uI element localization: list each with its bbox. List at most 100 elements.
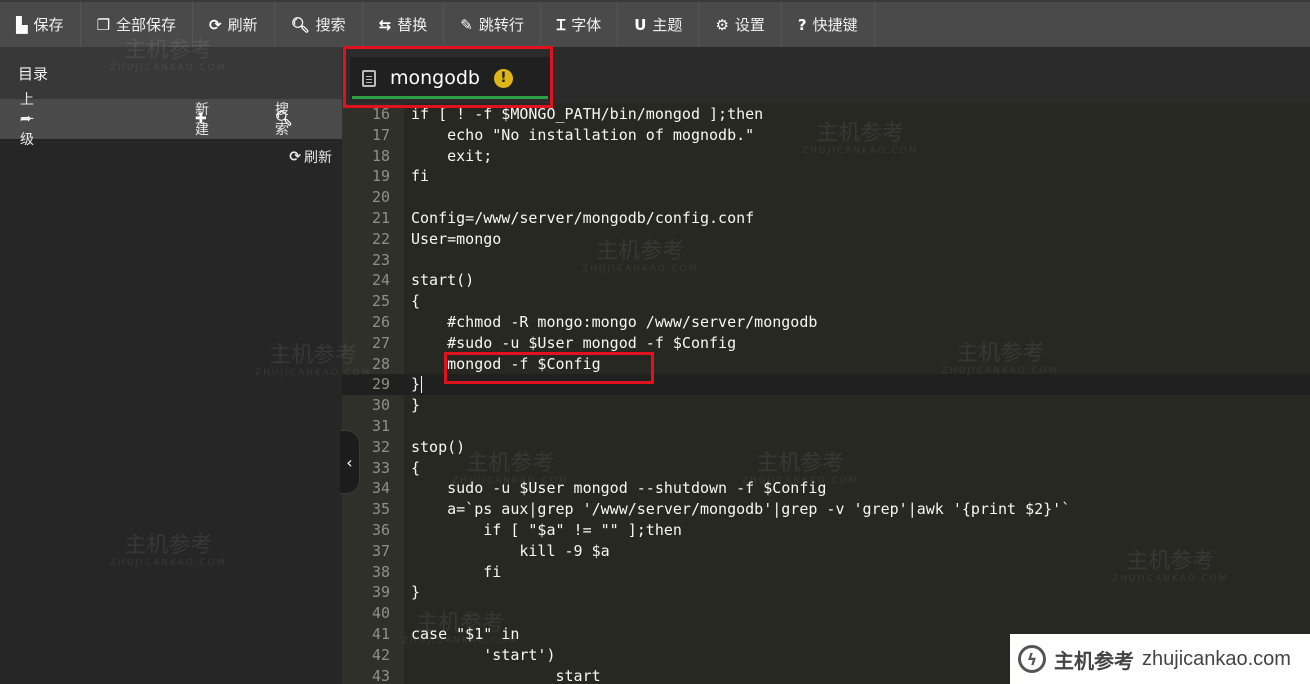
font-button[interactable]: Ɪ 字体 bbox=[541, 2, 619, 47]
code-line[interactable]: 26 #chmod -R mongo:mongo /www/server/mon… bbox=[342, 312, 1310, 333]
code-text: kill -9 $a bbox=[411, 541, 610, 560]
search-button[interactable]: 🔍︎ 搜索 bbox=[275, 2, 363, 47]
code-text: { bbox=[411, 292, 421, 311]
tab-mongodb[interactable]: mongodb ! bbox=[350, 57, 550, 99]
line-number: 41 bbox=[371, 625, 390, 643]
code-line[interactable]: 16 if [ ! -f $MONGO_PATH/bin/mongod ];the… bbox=[342, 104, 1310, 125]
sidebar-title: 目录 bbox=[0, 47, 342, 99]
code-text: if [ ! -f $MONGO_PATH/bin/mongod ];then bbox=[411, 105, 764, 123]
code-text: #chmod -R mongo:mongo /www/server/mongod… bbox=[411, 313, 818, 331]
line-number: 20 bbox=[371, 188, 390, 207]
save-all-icon: ❐ bbox=[96, 15, 111, 34]
code-text: Config=/www/server/mongodb/config.conf bbox=[411, 209, 755, 227]
brand-watermark: ϟ 主机参考 zhujicankao.com bbox=[1010, 634, 1310, 684]
code-line[interactable]: 39} bbox=[342, 582, 1310, 603]
code-text: case "$1" in bbox=[411, 625, 520, 643]
code-line[interactable]: 33{ bbox=[342, 458, 1310, 479]
settings-label: 设置 bbox=[734, 16, 765, 34]
collapse-sidebar-button[interactable]: ‹ bbox=[340, 430, 360, 494]
sidebar-refresh-button[interactable]: ⟳ 刷新 bbox=[289, 147, 332, 167]
code-text: User=mongo bbox=[411, 229, 502, 248]
save-button[interactable]: ▙ 保存 bbox=[0, 2, 81, 47]
code-text: a=`ps aux|grep '/www/server/mongodb'|gre… bbox=[411, 500, 1071, 519]
code-text: } bbox=[411, 583, 421, 602]
code-text: #sudo -u $User mongod -f $Config bbox=[411, 333, 737, 352]
theme-button[interactable]: U 主题 bbox=[618, 2, 700, 47]
help-icon: ? bbox=[797, 15, 807, 34]
code-line[interactable]: 20 bbox=[342, 187, 1310, 208]
line-number: 40 bbox=[371, 604, 390, 623]
line-number: 36 bbox=[371, 521, 390, 539]
save-icon: ▙ bbox=[16, 15, 28, 34]
code-line[interactable]: 17 echo "No installation of mognodb." bbox=[342, 125, 1310, 146]
code-line[interactable]: 25 { bbox=[342, 291, 1310, 312]
line-number: 19 bbox=[371, 167, 390, 186]
line-number: 43 bbox=[371, 666, 390, 684]
tab-active-indicator bbox=[352, 96, 548, 99]
sidebar-tools: ➦ 上一级 ✚ 新建 🔍︎ 搜索 bbox=[0, 92, 342, 148]
code-line[interactable]: 18 exit; bbox=[342, 146, 1310, 167]
line-number: 23 bbox=[371, 250, 390, 269]
settings-button[interactable]: ⚙ 设置 bbox=[699, 2, 782, 47]
line-number: 24 bbox=[371, 271, 390, 290]
line-number: 17 bbox=[371, 125, 390, 144]
code-text: sudo -u $User mongod --shutdown -f $Conf… bbox=[411, 479, 827, 498]
line-number: 18 bbox=[371, 146, 390, 165]
refresh-button[interactable]: ⟳ 刷新 bbox=[193, 2, 275, 47]
code-line[interactable]: 40 bbox=[342, 603, 1310, 624]
tab-filename: mongodb bbox=[390, 67, 480, 89]
code-line[interactable]: 37 kill -9 $a bbox=[342, 541, 1310, 562]
line-number: 26 bbox=[371, 313, 390, 331]
code-text: fi bbox=[411, 562, 502, 581]
code-line[interactable]: 30} bbox=[342, 395, 1310, 416]
code-line[interactable]: 28 mongod -f $Config bbox=[342, 354, 1310, 375]
code-text: stop() bbox=[411, 437, 466, 456]
code-line[interactable]: 24 start() bbox=[342, 270, 1310, 291]
code-line[interactable]: 38 fi bbox=[342, 562, 1310, 583]
file-icon bbox=[362, 69, 376, 87]
font-label: 字体 bbox=[571, 16, 602, 34]
code-text: } bbox=[411, 375, 421, 394]
code-line[interactable]: 21 Config=/www/server/mongodb/config.conf bbox=[342, 208, 1310, 229]
line-number: 28 bbox=[371, 354, 390, 373]
refresh-label: 刷新 bbox=[227, 16, 258, 34]
code-line[interactable]: 27 #sudo -u $User mongod -f $Config bbox=[342, 333, 1310, 354]
code-line[interactable]: 19 fi bbox=[342, 166, 1310, 187]
code-text: } bbox=[411, 396, 421, 415]
code-line[interactable]: 34 sudo -u $User mongod --shutdown -f $C… bbox=[342, 478, 1310, 499]
chevron-left-icon: ‹ bbox=[346, 452, 353, 472]
code-editor[interactable]: 16 if [ ! -f $MONGO_PATH/bin/mongod ];the… bbox=[342, 103, 1310, 684]
shortcuts-button[interactable]: ? 快捷键 bbox=[782, 2, 875, 47]
goto-line-button[interactable]: ✎ 跳转行 bbox=[444, 2, 541, 47]
brand-name: 主机参考 bbox=[1054, 648, 1134, 673]
code-text: mongod -f $Config bbox=[411, 354, 601, 373]
file-tree-sidebar: 目录 ➦ 上一级 ✚ 新建 🔍︎ 搜索 ⟳ 刷新 bbox=[0, 47, 342, 684]
text-cursor bbox=[421, 376, 422, 394]
code-line[interactable]: 22 User=mongo bbox=[342, 229, 1310, 250]
code-line[interactable]: 29} bbox=[342, 374, 1310, 396]
code-line[interactable]: 31 bbox=[342, 416, 1310, 437]
replace-button[interactable]: ⇆ 替换 bbox=[363, 2, 445, 47]
save-all-button[interactable]: ❐ 全部保存 bbox=[81, 2, 194, 47]
brand-url: zhujicankao.com bbox=[1142, 647, 1291, 670]
line-number: 27 bbox=[371, 333, 390, 352]
line-number: 29 bbox=[371, 375, 390, 394]
code-text: { bbox=[411, 458, 421, 477]
code-line[interactable]: 36 if [ "$a" != "" ];then bbox=[342, 520, 1310, 541]
up-level-label: 上一级 bbox=[20, 92, 34, 148]
code-text: start() bbox=[411, 271, 475, 290]
code-line[interactable]: 35 a=`ps aux|grep '/www/server/mongodb'|… bbox=[342, 499, 1310, 520]
refresh-icon: ⟳ bbox=[289, 149, 301, 165]
line-number: 30 bbox=[371, 396, 390, 415]
search-label: 搜索 bbox=[315, 16, 346, 34]
font-icon: Ɪ bbox=[556, 15, 566, 34]
line-number: 22 bbox=[371, 229, 390, 248]
code-text: if [ "$a" != "" ];then bbox=[411, 521, 682, 539]
sidebar-refresh-label: 刷新 bbox=[304, 150, 332, 166]
code-line[interactable]: 23 bbox=[342, 250, 1310, 271]
code-line[interactable]: 32 stop() bbox=[342, 437, 1310, 458]
gear-icon: ⚙ bbox=[715, 15, 729, 34]
line-number: 39 bbox=[371, 583, 390, 602]
search-icon: 🔍︎ bbox=[290, 15, 310, 34]
code-text: echo "No installation of mognodb." bbox=[411, 125, 755, 144]
